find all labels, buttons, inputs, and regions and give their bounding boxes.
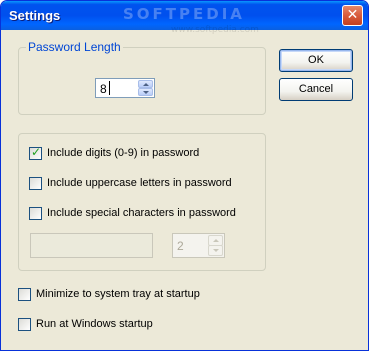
label-minimize-to-tray: Minimize to system tray at startup — [36, 288, 200, 300]
option-include-digits[interactable]: ✓ Include digits (0-9) in password — [29, 145, 259, 161]
spin-up-button[interactable] — [138, 80, 153, 88]
chevron-up-icon — [143, 83, 149, 86]
option-minimize-to-tray[interactable]: Minimize to system tray at startup — [18, 288, 258, 302]
settings-window: Settings SOFTPEDIA www.softpedia.com ✕ P… — [0, 0, 369, 351]
chevron-down-icon — [143, 91, 149, 94]
close-button[interactable]: ✕ — [342, 5, 363, 26]
checkmark-icon: ✓ — [31, 145, 42, 159]
title-bar[interactable]: Settings SOFTPEDIA www.softpedia.com ✕ — [1, 1, 368, 35]
special-count-stepper[interactable]: 2 — [172, 233, 225, 258]
checkbox-run-at-startup[interactable] — [18, 318, 31, 331]
checkbox-include-uppercase[interactable] — [29, 177, 42, 190]
checkbox-include-digits[interactable]: ✓ — [29, 145, 42, 160]
option-include-uppercase[interactable]: Include uppercase letters in password — [29, 177, 259, 191]
password-length-group: Password Length 8 — [18, 40, 266, 115]
spin-down-button[interactable] — [138, 88, 153, 96]
special-chars-input[interactable] — [30, 233, 153, 258]
password-length-stepper[interactable]: 8 — [95, 78, 155, 98]
spin-buttons — [138, 80, 153, 96]
watermark-logo: SOFTPEDIA — [123, 5, 245, 23]
window-title: Settings — [9, 8, 61, 23]
checkbox-include-special[interactable] — [29, 207, 42, 220]
label-include-special: Include special characters in password — [47, 207, 236, 219]
password-length-title: Password Length — [26, 40, 123, 54]
option-include-special[interactable]: Include special characters in password — [29, 207, 259, 221]
checkbox-minimize-to-tray[interactable] — [18, 288, 31, 301]
text-caret — [109, 81, 110, 95]
spin-buttons-disabled — [208, 235, 223, 256]
label-include-uppercase: Include uppercase letters in password — [47, 177, 232, 189]
chevron-down-icon — [213, 249, 219, 252]
special-count-value: 2 — [177, 239, 184, 253]
chevron-up-icon — [213, 239, 219, 242]
cancel-button[interactable]: Cancel — [279, 78, 353, 101]
password-options-group: ✓ Include digits (0-9) in password Inclu… — [18, 133, 266, 271]
label-include-digits: Include digits (0-9) in password — [47, 147, 200, 159]
watermark-url: www.softpedia.com — [171, 25, 259, 35]
spin-down-button[interactable] — [208, 245, 223, 256]
ok-button[interactable]: OK — [279, 49, 353, 72]
password-length-value[interactable]: 8 — [100, 82, 107, 96]
close-icon: ✕ — [346, 7, 359, 23]
label-run-at-startup: Run at Windows startup — [36, 318, 153, 330]
option-run-at-startup[interactable]: Run at Windows startup — [18, 318, 258, 332]
